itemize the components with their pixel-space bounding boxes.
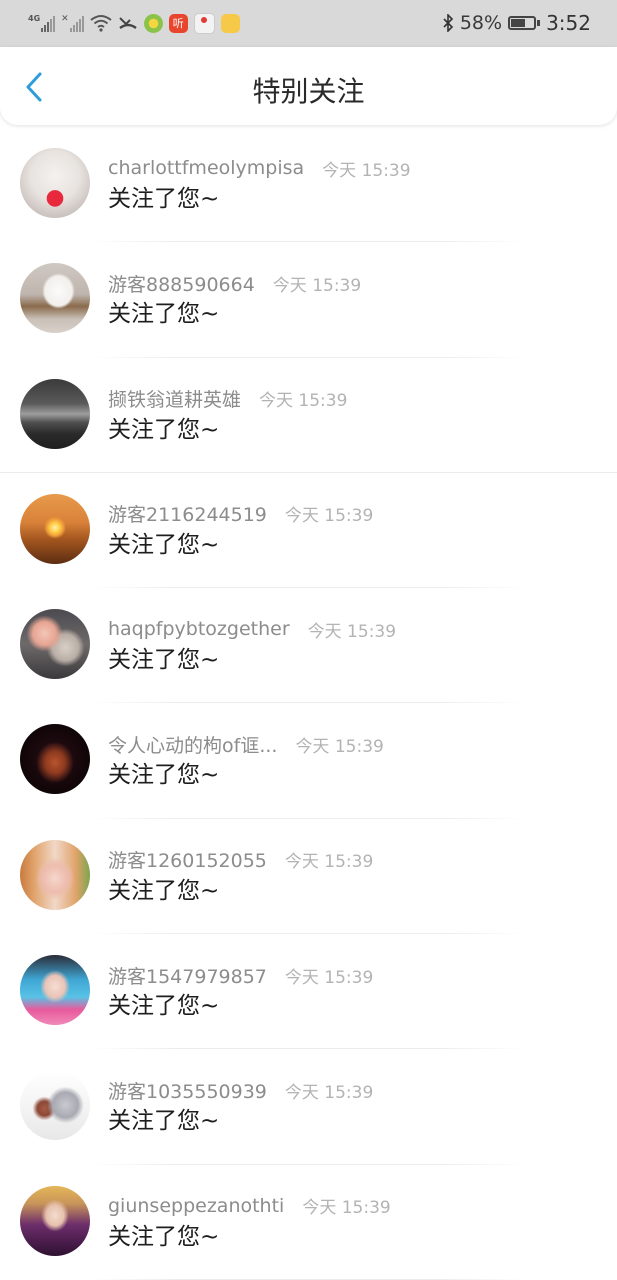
list-item[interactable]: haqpfpybtozgether 今天 15:39 关注了您~ xyxy=(0,588,617,704)
user-name[interactable]: charlottfmeolympisa xyxy=(108,157,304,179)
page-title: 特别关注 xyxy=(252,75,365,108)
user-name[interactable]: 游客1260152055 xyxy=(108,846,267,873)
user-name[interactable]: 令人心动的枸of诓... xyxy=(108,731,277,758)
status-bar: 4G ✕ 听 58% 3:52 xyxy=(0,0,617,47)
user-name[interactable]: 游客888590664 xyxy=(108,270,255,297)
list-item[interactable]: 令人心动的枸of诓... 今天 15:39 关注了您~ xyxy=(0,703,617,819)
list-item[interactable]: 撷铁翁道耕英雄 今天 15:39 关注了您~ xyxy=(0,358,617,473)
timestamp: 今天 15:39 xyxy=(272,275,362,296)
list-item[interactable]: charlottfmeolympisa 今天 15:39 关注了您~ xyxy=(0,127,617,243)
avatar[interactable] xyxy=(20,148,90,218)
app-notification-icon-3 xyxy=(193,12,215,34)
timestamp: 今天 15:39 xyxy=(259,391,348,412)
timestamp: 今天 15:39 xyxy=(302,1198,391,1219)
app-notification-icon-4 xyxy=(220,13,240,33)
timestamp: 今天 15:39 xyxy=(307,621,397,642)
notification-list: charlottfmeolympisa 今天 15:39 关注了您~ 游客888… xyxy=(0,127,617,1280)
timestamp: 今天 15:39 xyxy=(295,736,384,757)
avatar[interactable] xyxy=(20,1070,90,1141)
message-text: 关注了您~ xyxy=(108,531,220,558)
bluetooth-icon xyxy=(443,14,453,32)
list-item[interactable]: giunseppezanothti 今天 15:39 关注了您~ xyxy=(0,1165,617,1280)
avatar[interactable] xyxy=(20,493,90,564)
timestamp: 今天 15:39 xyxy=(284,852,374,873)
user-name[interactable]: 撷铁翁道耕英雄 xyxy=(108,385,241,412)
battery-percent: 58% xyxy=(459,12,503,34)
user-name[interactable]: giunseppezanothti xyxy=(108,1195,284,1217)
user-name[interactable]: 游客2116244519 xyxy=(108,500,267,527)
message-text: 关注了您~ xyxy=(108,877,220,904)
list-item[interactable]: 游客1035550939 今天 15:39 关注了您~ xyxy=(0,1049,617,1165)
status-left: 4G ✕ 听 xyxy=(28,11,240,35)
signal-4g-icon: 4G xyxy=(28,14,56,32)
header-bar: 特别关注 xyxy=(0,47,617,125)
timestamp: 今天 15:39 xyxy=(284,1082,374,1103)
avatar[interactable] xyxy=(20,839,90,910)
avatar[interactable] xyxy=(20,955,90,1026)
clock: 3:52 xyxy=(546,11,591,35)
list-item[interactable]: 游客1547979857 今天 15:39 关注了您~ xyxy=(0,934,617,1050)
timestamp: 今天 15:39 xyxy=(284,967,374,988)
missed-call-icon xyxy=(118,17,137,29)
list-item[interactable]: 游客1260152055 今天 15:39 关注了您~ xyxy=(0,819,617,935)
message-text: 关注了您~ xyxy=(108,647,220,674)
app-notification-icon-2: 听 xyxy=(168,13,188,33)
avatar[interactable] xyxy=(20,378,90,449)
message-text: 关注了您~ xyxy=(108,762,220,789)
user-name[interactable]: haqpfpybtozgether xyxy=(108,618,290,640)
status-right: 58% 3:52 xyxy=(442,10,591,36)
signal-no-sim-icon: ✕ xyxy=(61,14,84,32)
wifi-icon xyxy=(90,15,112,32)
message-text: 关注了您~ xyxy=(108,416,220,443)
message-text: 关注了您~ xyxy=(108,1108,220,1135)
timestamp: 今天 15:39 xyxy=(284,506,374,527)
list-item[interactable]: 游客888590664 今天 15:39 关注了您~ xyxy=(0,242,617,358)
list-item[interactable]: 游客2116244519 今天 15:39 关注了您~ xyxy=(0,473,617,589)
battery-icon xyxy=(508,16,541,30)
timestamp: 今天 15:39 xyxy=(322,160,411,181)
message-text: 关注了您~ xyxy=(108,993,220,1020)
message-text: 关注了您~ xyxy=(108,1223,220,1250)
avatar[interactable] xyxy=(20,1185,90,1256)
network-type-label: 4G xyxy=(28,14,41,23)
user-name[interactable]: 游客1035550939 xyxy=(108,1077,267,1104)
message-text: 关注了您~ xyxy=(108,301,220,328)
avatar[interactable] xyxy=(20,724,90,795)
app-notification-icon-1 xyxy=(143,13,163,33)
avatar[interactable] xyxy=(20,609,90,680)
message-text: 关注了您~ xyxy=(108,186,220,212)
avatar[interactable] xyxy=(20,263,90,334)
user-name[interactable]: 游客1547979857 xyxy=(108,962,267,989)
